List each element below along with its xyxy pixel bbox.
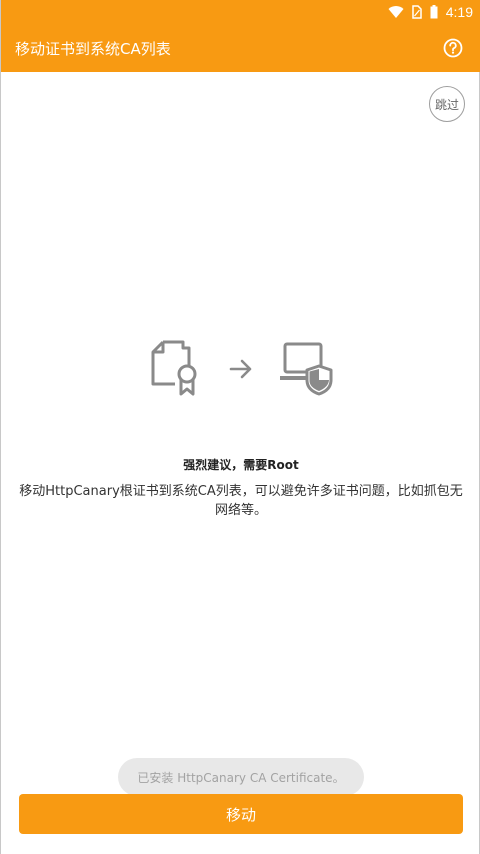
help-icon (443, 38, 463, 58)
toast-message: 已安装 HttpCanary CA Certificate。 (118, 758, 364, 796)
move-button[interactable]: 移动 (19, 794, 463, 834)
secure-laptop-icon (280, 342, 333, 396)
sim-icon (412, 5, 422, 19)
skip-button[interactable]: 跳过 (429, 86, 465, 122)
app-bar: 移动证书到系统CA列表 (1, 24, 480, 72)
illustration (1, 338, 480, 402)
status-bar: 4:19 (1, 0, 480, 24)
wifi-icon (388, 5, 404, 19)
arrow-right-icon (229, 359, 252, 379)
page-title: 移动证书到系统CA列表 (15, 39, 171, 58)
hint-title: 强烈建议，需要Root (183, 458, 299, 472)
certificate-icon (151, 340, 197, 396)
help-button[interactable] (441, 36, 465, 60)
battery-icon (430, 5, 438, 19)
hint-description: 移动HttpCanary根证书到系统CA列表，可以避免许多证书问题，比如抓包无网… (19, 484, 463, 518)
status-time: 4:19 (445, 4, 473, 20)
